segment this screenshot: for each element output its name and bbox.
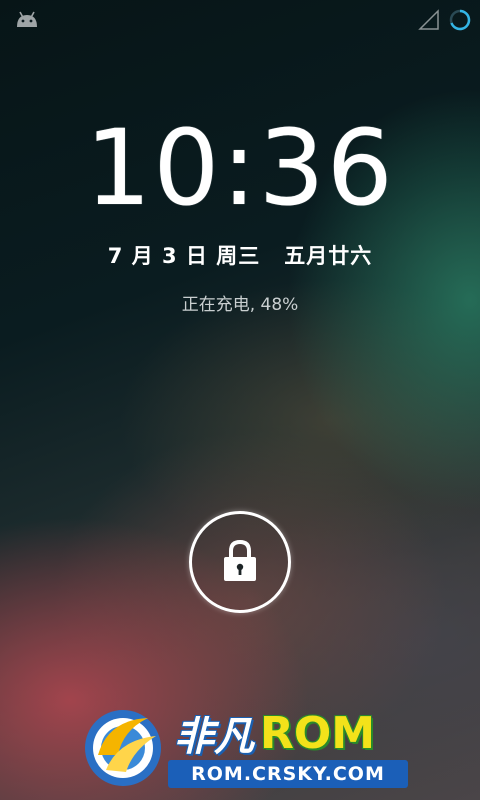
charging-status: 正在充电, 48% [181,295,299,315]
lockscreen-clock: 10:36 [85,107,395,229]
lockscreen-date: 7 月 3 日 周三 五月廿六 [0,240,480,270]
watermark-title: 非凡 ROM [174,706,376,761]
watermark-url: ROM.CRSKY.COM [168,760,408,788]
date-label: 7 月 3 日 周三 [107,244,261,268]
lock-icon [224,539,256,581]
battery-charging-circle-icon [449,9,471,31]
unlock-handle[interactable] [189,511,291,613]
watermark-title-cn: 非凡 [174,714,254,760]
status-bar [0,0,480,38]
watermark-title-rom: ROM [260,707,376,759]
lunar-date-label: 五月廿六 [284,244,373,268]
crsky-logo-icon [85,710,161,786]
watermark: 非凡 ROM ROM.CRSKY.COM [78,700,408,796]
signal-empty-icon [418,9,439,30]
android-debug-icon [17,11,37,27]
